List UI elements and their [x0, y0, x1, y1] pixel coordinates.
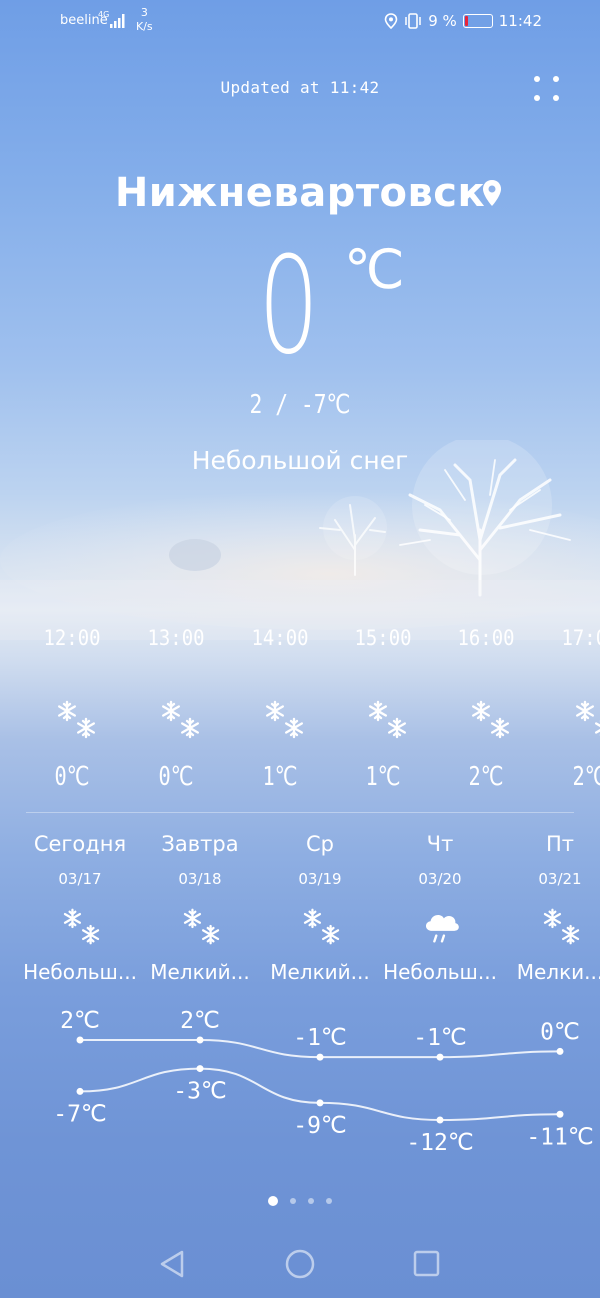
high-temp-label: 0℃	[540, 1019, 580, 1045]
battery-percent: 9 %	[428, 12, 457, 30]
snow-icon	[262, 698, 308, 742]
snow-icon	[60, 906, 104, 948]
page-dot	[290, 1198, 296, 1204]
page-indicator	[0, 1196, 600, 1206]
home-circle-icon[interactable]	[285, 1249, 315, 1279]
page-dot-active	[268, 1196, 278, 1206]
high-temp-point	[556, 1047, 564, 1055]
snow-icon	[158, 698, 204, 742]
recents-square-icon[interactable]	[413, 1250, 440, 1277]
low-temp-point	[196, 1065, 204, 1073]
back-triangle-icon[interactable]	[160, 1250, 184, 1278]
low-temp-label: -7℃	[53, 1101, 107, 1127]
high-temp-point	[316, 1053, 324, 1061]
high-temp-point	[196, 1036, 204, 1044]
updated-time: Updated at 11:42	[220, 78, 380, 97]
snow-icon	[300, 906, 344, 948]
snow-icon	[468, 698, 514, 742]
daily-forecast[interactable]: Сегодня 03/17 Небольш... Завтра 03/18 Ме…	[0, 826, 600, 996]
high-temp-label: -1℃	[293, 1025, 347, 1051]
high-temp-label: 2℃	[60, 1008, 100, 1034]
page-dot	[326, 1198, 332, 1204]
snow-icon	[540, 906, 584, 948]
low-temp-label: -12℃	[406, 1130, 473, 1156]
snow-icon	[572, 698, 600, 742]
clock: 11:42	[498, 12, 542, 30]
high-temp-label: 2℃	[180, 1008, 220, 1034]
divider	[26, 812, 574, 813]
network-speed: 3 K/s	[136, 6, 153, 33]
temperature-trend-chart: 2℃ 2℃ -1℃ -1℃ 0℃ -7℃ -3℃ -9℃ -12℃ -11℃	[53, 1008, 593, 1156]
cloud-sleet-icon	[425, 915, 459, 943]
high-temp-point	[436, 1053, 444, 1061]
page-dot	[308, 1198, 314, 1204]
system-nav-bar	[160, 1249, 440, 1279]
status-bar: beeline 4G 3 K/s 9 % 11:42	[0, 0, 600, 46]
winter-landscape-illustration	[0, 440, 600, 640]
battery-icon	[462, 14, 493, 28]
current-temperature: 0	[258, 228, 319, 384]
location-status-icon	[384, 13, 398, 29]
status-right: 9 % 11:42	[384, 12, 542, 30]
temperature-unit: ℃	[344, 238, 405, 301]
low-temp-label: -11℃	[526, 1124, 593, 1150]
low-temp-point	[316, 1099, 324, 1107]
today-high-low: 2 / -7℃	[249, 390, 351, 420]
location-pin-icon[interactable]	[480, 178, 504, 210]
snow-icon	[365, 698, 411, 742]
high-temp-label: -1℃	[413, 1025, 467, 1051]
low-temp-label: -3℃	[173, 1079, 227, 1105]
signal-icon	[110, 14, 125, 28]
vibrate-icon	[405, 13, 421, 29]
low-temp-label: -9℃	[293, 1113, 347, 1139]
snow-icon	[54, 698, 100, 742]
low-temp-point	[556, 1110, 564, 1118]
grid-dots-icon[interactable]	[534, 76, 562, 104]
low-temp-point	[436, 1116, 444, 1124]
city-name[interactable]: Нижневартовск	[0, 170, 600, 216]
high-temp-point	[76, 1036, 84, 1044]
snow-icon	[180, 906, 224, 948]
hourly-forecast[interactable]: 12:00 0℃ 13:00 0℃ 14:00 1℃ 15:00 1℃ 16:0…	[0, 626, 600, 806]
low-temp-point	[76, 1087, 84, 1095]
